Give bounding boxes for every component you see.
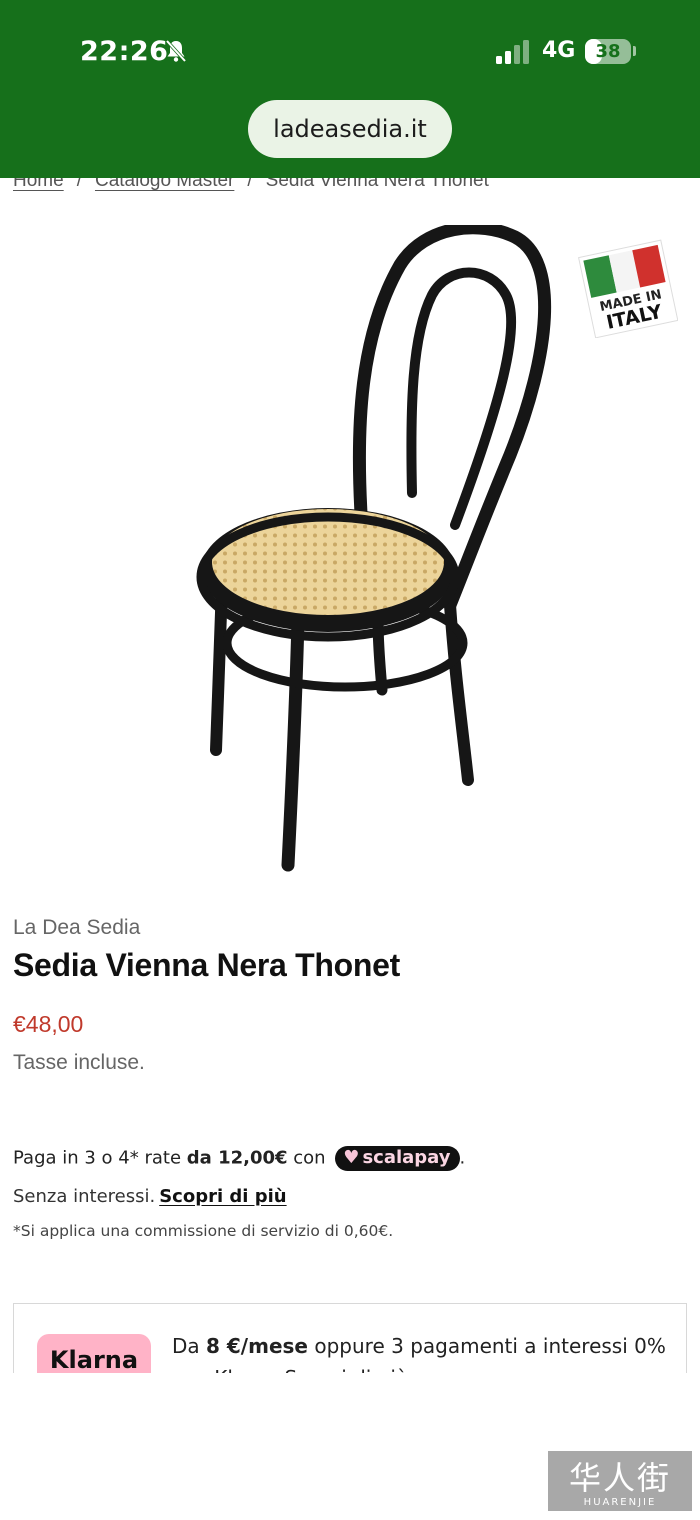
heart-icon: ♥ bbox=[343, 1147, 360, 1168]
url-bar[interactable]: ladeasedia.it bbox=[248, 100, 452, 158]
scalapay-amount: da 12,00€ bbox=[186, 1147, 288, 1169]
no-interest-text: Senza interessi. bbox=[13, 1186, 156, 1207]
network-type: 4G bbox=[542, 38, 576, 63]
scalapay-end: . bbox=[459, 1147, 466, 1169]
bell-muted-icon bbox=[165, 39, 187, 63]
watermark-logo: 华人街 HUARENJIE bbox=[548, 1451, 692, 1511]
product-price: €48,00 bbox=[13, 1011, 84, 1037]
klarna-amount: 8 €/mese bbox=[206, 1334, 308, 1358]
scalapay-prefix: Paga in 3 o 4* rate bbox=[13, 1147, 187, 1169]
watermark-chars: 华人街 bbox=[568, 1459, 671, 1497]
battery-tip bbox=[633, 46, 636, 56]
product-image[interactable] bbox=[150, 225, 570, 875]
battery-icon: 38 bbox=[585, 39, 631, 64]
scalapay-learn-more-link[interactable]: Scopri di più bbox=[159, 1186, 286, 1207]
product-vendor[interactable]: La Dea Sedia bbox=[13, 916, 140, 940]
klarna-widget[interactable]: Klarna Da 8 €/mese oppure 3 pagamenti a … bbox=[13, 1303, 687, 1373]
product-title: Sedia Vienna Nera Thonet bbox=[13, 947, 400, 983]
scalapay-interest: Senza interessi. Scopri di più bbox=[13, 1186, 287, 1207]
scalapay-suffix: con bbox=[287, 1147, 332, 1169]
battery-level: 38 bbox=[595, 41, 621, 62]
browser-header: 22:26 4G 38 ladeasedia.it bbox=[0, 0, 700, 178]
watermark-text: HUARENJIE bbox=[583, 1497, 657, 1508]
signal-icon bbox=[496, 40, 529, 64]
scalapay-brand: scalapay bbox=[362, 1147, 451, 1168]
scalapay-message: Paga in 3 o 4* rate da 12,00€ con ♥ scala… bbox=[13, 1146, 465, 1171]
status-time: 22:26 bbox=[80, 36, 169, 67]
klarna-prefix: Da bbox=[172, 1334, 207, 1358]
scalapay-logo[interactable]: ♥ scalapay bbox=[335, 1146, 460, 1171]
made-in-italy-badge: MADE IN ITALY bbox=[578, 239, 678, 338]
klarna-logo: Klarna bbox=[37, 1334, 151, 1373]
klarna-message: Da 8 €/mese oppure 3 pagamenti a interes… bbox=[172, 1330, 672, 1373]
tax-note: Tasse incluse. bbox=[13, 1051, 145, 1074]
scalapay-fee-note: *Si applica una commissione di servizio … bbox=[13, 1222, 394, 1240]
